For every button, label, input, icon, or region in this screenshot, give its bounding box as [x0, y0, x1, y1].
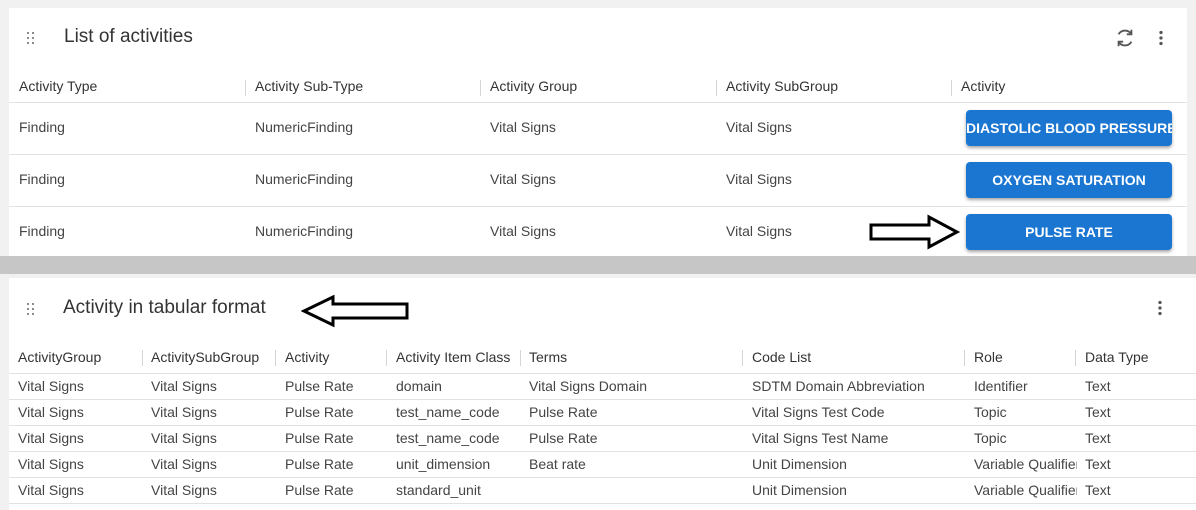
card-title: Activity in tabular format [63, 297, 266, 318]
divider [9, 154, 1187, 155]
divider [9, 373, 1196, 374]
activity-group-cell: Vital Signs [490, 171, 556, 187]
code-list-cell: SDTM Domain Abbreviation [752, 378, 925, 394]
code-list-cell: Unit Dimension [752, 482, 847, 498]
role-cell: Variable Qualifier [974, 482, 1077, 498]
activity-button-diastolic-blood-pressure[interactable]: DIASTOLIC BLOOD PRESSURE [966, 110, 1172, 146]
divider [9, 206, 1187, 207]
role-cell: Topic [974, 404, 1007, 420]
divider [9, 102, 1187, 103]
activitysubgroup-cell: Vital Signs [151, 456, 217, 472]
activity-item-class-cell: test_name_code [396, 430, 500, 446]
divider [9, 399, 1196, 400]
column-header-activitygroup[interactable]: ActivityGroup [18, 349, 140, 365]
data-type-cell: Text [1085, 430, 1111, 446]
divider [9, 425, 1196, 426]
column-divider[interactable] [716, 80, 717, 96]
code-list-cell: Vital Signs Test Code [752, 404, 885, 420]
activity-subtype-cell: NumericFinding [255, 119, 354, 135]
column-header-role[interactable]: Role [974, 349, 1074, 365]
terms-cell: Beat rate [529, 456, 586, 472]
data-type-cell: Text [1085, 456, 1111, 472]
arrow-left-annotation [301, 294, 409, 328]
panel-separator[interactable] [0, 256, 1196, 274]
column-header-activity[interactable]: Activity [285, 349, 385, 365]
activity-item-class-cell: unit_dimension [396, 456, 491, 472]
column-header-activity-item-class[interactable]: Activity Item Class [396, 349, 518, 365]
activitysubgroup-cell: Vital Signs [151, 482, 217, 498]
data-type-cell: Text [1085, 378, 1111, 394]
activity-group-cell: Vital Signs [490, 119, 556, 135]
activitygroup-cell: Vital Signs [18, 456, 84, 472]
activity-subgroup-cell: Vital Signs [726, 119, 792, 135]
column-divider[interactable] [275, 350, 276, 366]
activity-item-class-cell: standard_unit [396, 482, 481, 498]
activity-button-oxygen-saturation[interactable]: OXYGEN SATURATION [966, 162, 1172, 198]
activity-item-class-cell: test_name_code [396, 404, 500, 420]
drag-handle-icon[interactable] [27, 303, 37, 317]
column-header-data-type[interactable]: Data Type [1085, 349, 1185, 365]
activity-button-pulse-rate[interactable]: PULSE RATE [966, 214, 1172, 250]
terms-cell: Pulse Rate [529, 404, 598, 420]
activitygroup-cell: Vital Signs [18, 378, 84, 394]
column-divider[interactable] [245, 80, 246, 96]
activity-cell: Pulse Rate [285, 430, 354, 446]
column-header-activity[interactable]: Activity [961, 78, 1005, 94]
activitygroup-cell: Vital Signs [18, 404, 84, 420]
role-cell: Identifier [974, 378, 1028, 394]
more-vert-icon[interactable] [1150, 27, 1172, 49]
column-header-activity-subtype[interactable]: Activity Sub-Type [255, 78, 363, 94]
column-divider[interactable] [520, 350, 521, 366]
activitygroup-cell: Vital Signs [18, 482, 84, 498]
more-vert-icon[interactable] [1149, 297, 1171, 319]
activity-cell: Pulse Rate [285, 456, 354, 472]
column-header-activity-type[interactable]: Activity Type [19, 78, 97, 94]
activitysubgroup-cell: Vital Signs [151, 430, 217, 446]
column-divider[interactable] [964, 350, 965, 366]
refresh-icon[interactable] [1114, 27, 1136, 49]
code-list-cell: Unit Dimension [752, 456, 847, 472]
role-cell: Variable Qualifier [974, 456, 1077, 472]
activity-subgroup-cell: Vital Signs [726, 171, 792, 187]
column-divider[interactable] [1075, 350, 1076, 366]
activity-cell: Pulse Rate [285, 378, 354, 394]
role-cell: Topic [974, 430, 1007, 446]
activitysubgroup-cell: Vital Signs [151, 378, 217, 394]
card-title: List of activities [64, 26, 193, 47]
activities-card: List of activities Activity Type Activit… [9, 8, 1187, 256]
column-header-activity-subgroup[interactable]: Activity SubGroup [726, 78, 838, 94]
activity-cell: Pulse Rate [285, 404, 354, 420]
terms-cell: Vital Signs Domain [529, 378, 648, 394]
column-divider[interactable] [951, 80, 952, 96]
divider [9, 503, 1196, 504]
column-divider[interactable] [386, 350, 387, 366]
terms-cell: Pulse Rate [529, 430, 598, 446]
column-divider[interactable] [142, 350, 143, 366]
column-header-activity-group[interactable]: Activity Group [490, 78, 577, 94]
column-divider[interactable] [480, 80, 481, 96]
arrow-right-annotation [869, 214, 961, 250]
activitysubgroup-cell: Vital Signs [151, 404, 217, 420]
activity-cell: Pulse Rate [285, 482, 354, 498]
divider [9, 477, 1196, 478]
activity-type-cell: Finding [19, 119, 65, 135]
activity-type-cell: Finding [19, 171, 65, 187]
data-type-cell: Text [1085, 404, 1111, 420]
data-type-cell: Text [1085, 482, 1111, 498]
activity-type-cell: Finding [19, 223, 65, 239]
activitygroup-cell: Vital Signs [18, 430, 84, 446]
activity-subtype-cell: NumericFinding [255, 171, 354, 187]
activity-item-class-cell: domain [396, 378, 442, 394]
divider [9, 451, 1196, 452]
column-header-code-list[interactable]: Code List [752, 349, 952, 365]
drag-handle-icon[interactable] [27, 32, 37, 46]
column-header-terms[interactable]: Terms [529, 349, 729, 365]
activity-subgroup-cell: Vital Signs [726, 223, 792, 239]
column-header-activitysubgroup[interactable]: ActivitySubGroup [151, 349, 273, 365]
activity-subtype-cell: NumericFinding [255, 223, 354, 239]
column-divider[interactable] [742, 350, 743, 366]
code-list-cell: Vital Signs Test Name [752, 430, 889, 446]
activity-group-cell: Vital Signs [490, 223, 556, 239]
tabular-card: Activity in tabular format ActivityGroup… [9, 278, 1196, 510]
